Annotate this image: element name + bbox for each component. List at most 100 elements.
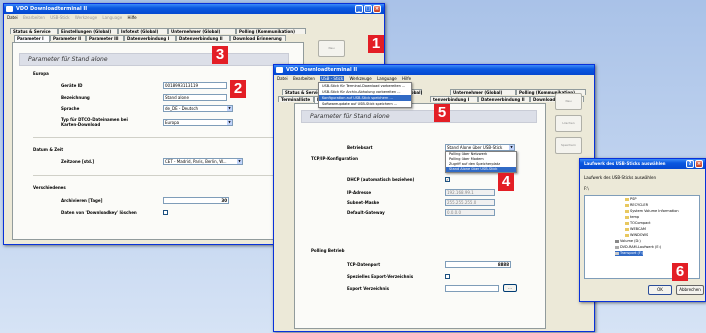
loeschen-button[interactable]: Löschen <box>555 115 582 132</box>
menu-hilfe[interactable]: Hilfe <box>402 76 411 81</box>
tab-polling[interactable]: Polling (Kommunikation) <box>236 28 306 34</box>
menu-bearbeiten[interactable]: Bearbeiten <box>23 15 45 20</box>
bezeichnung-field[interactable]: Stand alone <box>163 94 227 101</box>
tree-item[interactable]: DVD-RAM-Laufwerk (E:) <box>615 245 661 250</box>
ip-field[interactable]: 192.168.99.1 <box>445 189 495 196</box>
tab-terminalliste[interactable]: Terminalliste <box>278 96 314 102</box>
menu-usb-stick[interactable]: USB - Stick <box>320 76 345 81</box>
menu-werkzeuge[interactable]: Werkzeuge <box>75 15 97 20</box>
app-icon <box>276 67 283 73</box>
tab-unternehmer[interactable]: Unternehmer (Global) <box>450 89 516 95</box>
tab-status-service[interactable]: Status & Service <box>10 28 58 34</box>
step-badge-6: 6 <box>672 263 688 281</box>
chevron-down-icon[interactable]: ▼ <box>227 106 232 111</box>
export-dir-label: Export Verzeichnis <box>347 286 389 291</box>
tree-item[interactable]: TOCompact <box>625 221 651 226</box>
dhcp-checkbox[interactable]: ✓ <box>445 177 450 182</box>
archivieren-field[interactable]: 30 <box>163 197 229 204</box>
subnet-field[interactable]: 255.255.255.0 <box>445 199 495 206</box>
bezeichnung-label: Bezeichnung <box>61 95 90 100</box>
chevron-down-icon[interactable]: ▼ <box>509 145 514 150</box>
usb-menu-item[interactable]: Softwareupdate auf USB-Stick speichern .… <box>319 101 411 107</box>
window-titlebar[interactable]: VDO Downloadterminal II _ □ × <box>4 4 384 14</box>
close-icon[interactable]: × <box>373 5 381 13</box>
folder-icon <box>625 215 629 219</box>
tab-parameter-2[interactable]: Parameter II <box>50 35 86 41</box>
spez-export-checkbox[interactable] <box>445 274 450 279</box>
speichern-button[interactable]: Speichern <box>555 137 582 154</box>
menu-bar: Datei Bearbeiten USB - Stick Werkzeuge L… <box>274 75 594 82</box>
tab-datenverbindung-1[interactable]: Datenverbindung I <box>124 35 176 41</box>
tree-item[interactable]: WEBCAM <box>625 227 646 232</box>
tab-datenverbindung-1[interactable]: tenverbindung I <box>430 96 478 102</box>
menu-datei[interactable]: Datei <box>277 76 288 81</box>
window-title: VDO Downloadterminal II <box>16 6 88 12</box>
betriebsart-dropdown-list: Polling über Netzwerk Polling über Modem… <box>445 151 517 173</box>
tab-einstellungen[interactable]: Einstellungen (Global) <box>58 28 118 34</box>
folder-icon <box>625 227 629 231</box>
tree-item[interactable]: RECYCLER <box>625 203 648 208</box>
menu-bearbeiten[interactable]: Bearbeiten <box>293 76 315 81</box>
chevron-down-icon[interactable]: ▼ <box>227 120 232 125</box>
menu-werkzeuge[interactable]: Werkzeuge <box>349 76 371 81</box>
tab-download-erinnerung[interactable]: Download Erinnerung <box>230 35 286 41</box>
step-badge-3: 3 <box>212 46 228 64</box>
tree-item-selected[interactable]: Transport (F:) <box>615 251 644 256</box>
tab-infotext[interactable]: Infotext (Global) <box>118 28 168 34</box>
menu-hilfe[interactable]: Hilfe <box>127 15 136 20</box>
speichern-button-label: Speichern <box>561 143 576 147</box>
gateway-field[interactable]: 0.0.0.0 <box>445 209 495 216</box>
divider <box>33 137 288 138</box>
dialog-prompt: Laufwerk des USB-Sticks auswählen <box>584 175 657 180</box>
tab-parameter-1[interactable]: Parameter I <box>14 35 50 42</box>
export-dir-field[interactable] <box>445 285 499 292</box>
tree-item[interactable]: Volume (D:) <box>615 239 641 244</box>
window-titlebar[interactable]: VDO Downloadterminal II <box>274 65 594 75</box>
ok-button[interactable]: OK <box>648 285 672 295</box>
section-europa: Europa <box>33 71 49 76</box>
betriebsart-select[interactable]: Stand Alone über USB-Stick ▼ <box>445 144 515 151</box>
usb-drive-icon <box>615 251 619 255</box>
typ-label: Typ für DTCO-Dateinamen bei Karten-Downl… <box>61 117 128 127</box>
tree-item-label: PSP <box>630 197 637 201</box>
neu-button[interactable]: Neu <box>318 40 345 57</box>
spez-export-label: Spezielles Export-Verzeichnis <box>347 274 414 279</box>
menu-language[interactable]: Language <box>377 76 397 81</box>
tree-item[interactable]: temp <box>625 215 639 220</box>
archivieren-label: Archivieren [Tage] <box>61 198 103 203</box>
tree-item-label: DVD-RAM-Laufwerk (E:) <box>620 245 662 249</box>
tab-datenverbindung-2[interactable]: Datenverbindung II <box>478 96 530 102</box>
subnet-label: Subnet-Maske <box>347 200 380 205</box>
zeitzone-select[interactable]: CET - Madrid, Paris, Berlin, W... ▼ <box>163 158 243 165</box>
folder-icon <box>625 197 629 201</box>
cancel-button[interactable]: Abbrechen <box>676 285 704 295</box>
tcp-port-field[interactable]: 8888 <box>445 261 511 268</box>
tab-datenverbindung-2[interactable]: Datenverbindung II <box>176 35 230 41</box>
neu-button[interactable]: Neu <box>555 93 582 110</box>
tree-item[interactable]: PSP <box>625 197 636 202</box>
tab-unternehmer[interactable]: Unternehmer (Global) <box>168 28 236 34</box>
chevron-down-icon[interactable]: ▼ <box>237 159 242 164</box>
betriebsart-option-selected[interactable]: Stand Alone über USB-Stick <box>446 167 516 172</box>
dialog-titlebar[interactable]: Laufwerk des USB-Sticks auswählen ? × <box>580 159 705 169</box>
tree-item-label: RECYCLER <box>630 203 649 207</box>
tab-parameter-3[interactable]: Parameter III <box>86 35 124 41</box>
close-icon[interactable]: × <box>695 160 703 168</box>
typ-select[interactable]: Europa ▼ <box>163 119 233 126</box>
zeitzone-label: Zeitzone [std.] <box>61 159 95 164</box>
help-icon[interactable]: ? <box>686 160 694 168</box>
menu-datei[interactable]: Datei <box>7 15 18 20</box>
step-badge-4: 4 <box>498 173 514 191</box>
minimize-icon[interactable]: _ <box>355 5 363 13</box>
tree-item[interactable]: System Volume Information <box>625 209 679 214</box>
tree-item[interactable]: WINDOWS <box>625 233 648 238</box>
dvd-icon <box>615 245 619 249</box>
geraete-id-field[interactable]: 0018993113119 <box>163 82 227 89</box>
maximize-icon[interactable]: □ <box>364 5 372 13</box>
menu-language[interactable]: Language <box>102 15 122 20</box>
sprache-select[interactable]: de_DE - Deutsch ▼ <box>163 105 233 112</box>
daten-loeschen-checkbox[interactable] <box>163 210 168 215</box>
browse-button[interactable]: ... <box>503 284 517 292</box>
step-badge-2: 2 <box>230 80 246 98</box>
menu-usb-stick[interactable]: USB-Stick <box>50 15 69 20</box>
